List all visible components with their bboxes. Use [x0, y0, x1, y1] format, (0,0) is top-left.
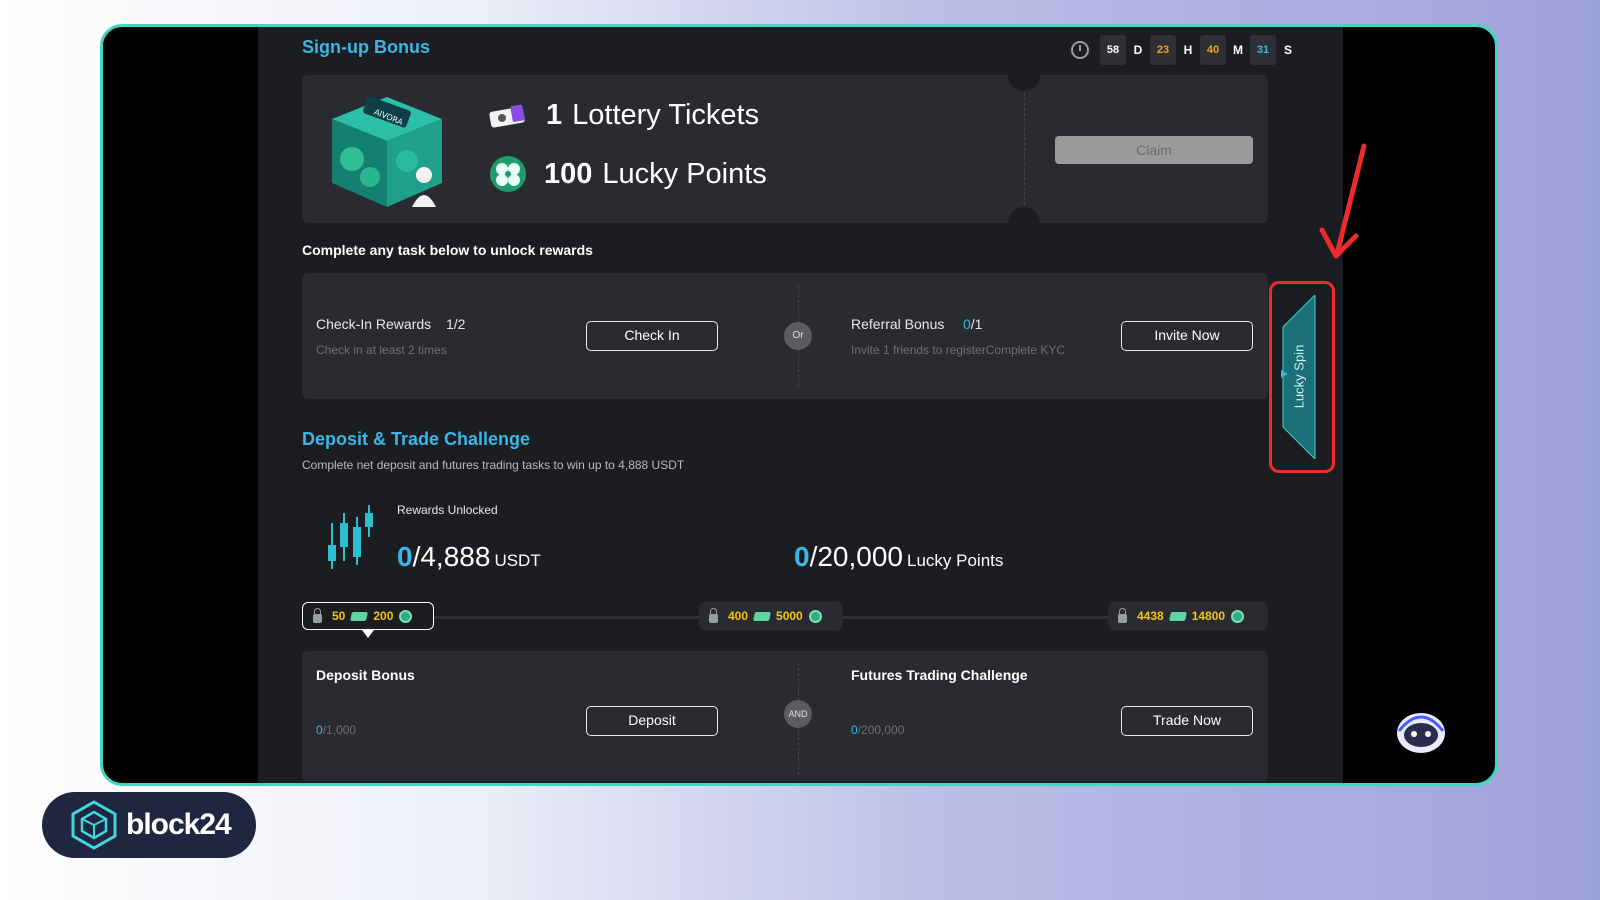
mystery-box-icon: AIVORA [332, 96, 442, 207]
annotation-arrow-icon [1319, 143, 1367, 259]
tasks-heading: Complete any task below to unlock reward… [302, 242, 593, 258]
timer-days: 58 [1100, 35, 1126, 65]
timer-seconds: 31 [1250, 35, 1276, 65]
futures-title: Futures Trading Challenge [851, 667, 1028, 683]
referral-progress-current: 0 [963, 316, 971, 332]
deposit-current: 0 [316, 723, 323, 737]
timer-hours: 23 [1150, 35, 1176, 65]
milestone-1[interactable]: 50 200 [302, 602, 434, 630]
timer-seconds-unit: S [1283, 43, 1292, 57]
or-badge: Or [784, 322, 812, 350]
main-content: Sign-up Bonus 58 D 23 H 40 M 31 S AIVORA… [258, 27, 1343, 783]
brand-name: block24 [126, 808, 232, 841]
lottery-ticket-icon [489, 104, 525, 128]
ticket-icon [350, 611, 369, 621]
timer-hours-unit: H [1183, 43, 1193, 57]
card-notch-bottom [1008, 207, 1040, 239]
lock-icon [1118, 607, 1127, 623]
milestone-usdt: 4438 [1137, 609, 1164, 623]
checkin-sub: Check in at least 2 times [316, 343, 447, 357]
checkin-title: Check-In Rewards [316, 316, 432, 332]
lock-icon [313, 607, 322, 623]
challenge-sub: Complete net deposit and futures trading… [302, 458, 685, 472]
tickets-reward: 1 Lottery Tickets [488, 99, 759, 132]
futures-current: 0 [851, 723, 858, 737]
milestone-usdt: 50 [332, 609, 346, 623]
challenge-tasks-card: Deposit Bonus 0 /1,000 Deposit AND Futur… [302, 651, 1268, 781]
points-unit: Lucky Points [907, 551, 1004, 570]
ticket-icon [1168, 611, 1187, 621]
milestone-points: 200 [373, 609, 394, 623]
clover-icon [399, 609, 413, 623]
support-bot-icon[interactable] [1393, 703, 1449, 759]
milestone-2[interactable]: 400 5000 [699, 602, 843, 630]
milestone-usdt: 400 [728, 609, 749, 623]
lucky-points-icon [490, 156, 526, 192]
and-badge: AND [784, 700, 812, 728]
brand-logo: block24 [42, 792, 256, 858]
futures-progress: 0 /200,000 [851, 723, 904, 737]
app-window: Sign-up Bonus 58 D 23 H 40 M 31 S AIVORA… [100, 24, 1498, 786]
milestone-points: 14800 [1191, 609, 1226, 623]
points-rewards: 0 /20,000 Lucky Points [794, 541, 1003, 573]
clock-icon [1071, 41, 1089, 59]
clover-icon [808, 609, 822, 623]
trade-now-button[interactable]: Trade Now [1121, 706, 1253, 736]
card-notch-top [1008, 59, 1040, 91]
usdt-rewards: 0 /4,888 USDT [397, 541, 541, 573]
lock-icon [709, 607, 718, 623]
milestone-points: 5000 [776, 609, 803, 623]
points-count: 100 [544, 157, 593, 190]
card-divider [1024, 93, 1025, 205]
checkin-progress: 1/2 [446, 316, 466, 332]
ticket-icon [753, 611, 771, 621]
deposit-title: Deposit Bonus [316, 667, 415, 683]
countdown-timer: 58 D 23 H 40 M 31 S [1071, 35, 1295, 65]
usdt-unit: USDT [494, 551, 541, 570]
clover-icon [1231, 609, 1245, 623]
milestone-pointer-icon [362, 630, 374, 638]
deposit-progress: 0 /1,000 [316, 723, 356, 737]
signup-title: Sign-up Bonus [302, 37, 430, 57]
points-total: /20,000 [809, 541, 903, 572]
tasks-card: Check-In Rewards 1/2 Check in at least 2… [302, 273, 1268, 399]
futures-progress-bar [851, 707, 1091, 713]
deposit-button[interactable]: Deposit [586, 706, 718, 736]
deposit-total: /1,000 [322, 723, 357, 737]
deposit-progress-bar [316, 707, 556, 713]
rewards-unlocked-label: Rewards Unlocked [397, 503, 498, 517]
tickets-label: Lottery Tickets [572, 99, 760, 131]
signup-bonus-card: AIVORA 1 Lottery Tickets 100 Lucky Point… [302, 59, 1268, 239]
highlight-box [1269, 281, 1335, 473]
timer-minutes-unit: M [1233, 43, 1243, 57]
referral-progress: 0 /1 [963, 316, 982, 332]
challenge-title: Deposit & Trade Challenge [302, 429, 531, 449]
referral-sub: Invite 1 friends to registerComplete KYC [851, 343, 1066, 357]
points-current: 0 [794, 541, 810, 572]
timer-days-unit: D [1133, 43, 1143, 57]
usdt-total: /4,888 [412, 541, 491, 572]
invite-now-button[interactable]: Invite Now [1121, 321, 1253, 351]
points-reward: 100 Lucky Points [488, 155, 767, 193]
points-label: Lucky Points [602, 157, 767, 190]
futures-total: /200,000 [857, 723, 905, 737]
tickets-count: 1 [546, 99, 563, 131]
timer-minutes: 40 [1200, 35, 1226, 65]
referral-title: Referral Bonus [851, 316, 945, 332]
usdt-current: 0 [397, 541, 413, 572]
referral-progress-total: /1 [970, 316, 983, 332]
check-in-button[interactable]: Check In [586, 321, 718, 351]
candlestick-icon [328, 505, 373, 569]
milestone-3[interactable]: 4438 14800 [1108, 602, 1268, 630]
claim-button[interactable]: Claim [1055, 136, 1253, 164]
cube-logo-icon [71, 800, 117, 850]
